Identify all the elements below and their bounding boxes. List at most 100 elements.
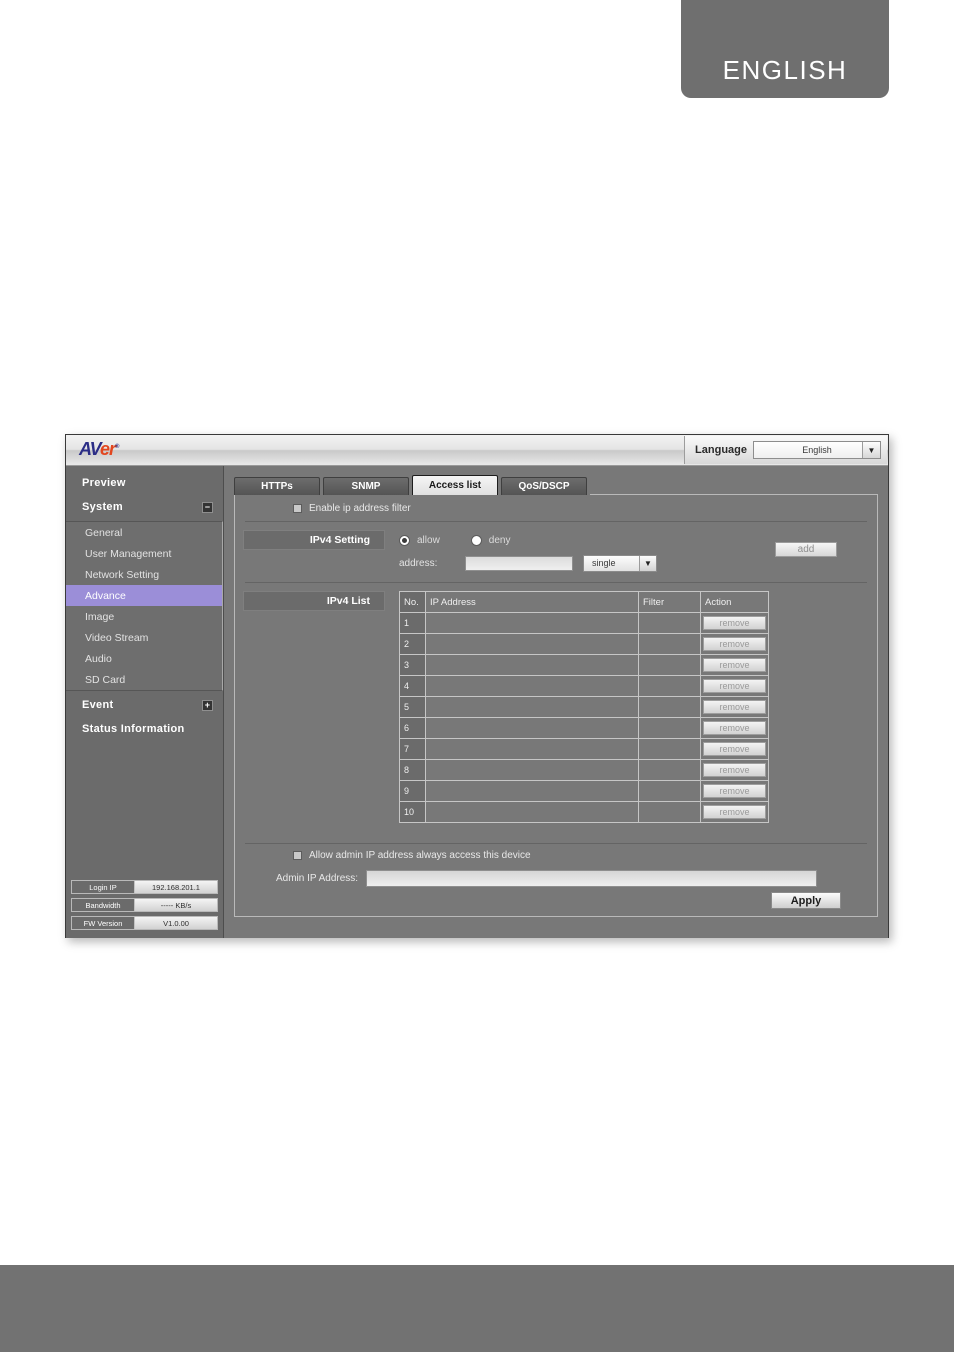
remove-button[interactable]: remove	[703, 616, 766, 630]
column-header-action: Action	[700, 591, 769, 613]
sidebar-nav-top: Preview System −	[66, 466, 223, 519]
sidebar-item-audio[interactable]: Audio	[66, 648, 222, 669]
sidebar-item-network-setting[interactable]: Network Setting	[66, 564, 222, 585]
cell-no: 8	[399, 759, 426, 781]
sidebar-item-audio-label: Audio	[85, 652, 112, 665]
sidebar-item-general-label: General	[85, 526, 123, 539]
tab-https[interactable]: HTTPs	[234, 477, 320, 495]
cell-no: 3	[399, 654, 426, 676]
cell-ip	[425, 696, 639, 718]
tab-snmp[interactable]: SNMP	[323, 477, 409, 495]
cell-no: 2	[399, 633, 426, 655]
sidebar-item-image-label: Image	[85, 610, 115, 623]
chevron-down-icon[interactable]: ▼	[639, 555, 656, 571]
cell-filter	[638, 654, 701, 676]
status-value-login-ip: 192.168.201.1	[152, 882, 200, 892]
english-banner-label: ENGLISH	[722, 55, 848, 85]
content-area: HTTPs SNMP Access list QoS/DSCP Enable i…	[224, 466, 888, 938]
remove-button[interactable]: remove	[703, 658, 766, 672]
remove-button[interactable]: remove	[703, 805, 766, 819]
table-row: 3 remove	[399, 654, 769, 676]
sidebar-item-system[interactable]: System −	[66, 495, 223, 519]
language-select[interactable]: English ▼	[753, 441, 881, 459]
sidebar-item-event[interactable]: Event +	[66, 693, 223, 717]
apply-button[interactable]: Apply	[771, 892, 841, 909]
cell-no: 10	[399, 801, 426, 823]
sidebar-item-sd-card[interactable]: SD Card	[66, 669, 222, 690]
sidebar-item-preview-label: Preview	[82, 477, 126, 489]
address-type-select[interactable]: single ▼	[583, 554, 657, 572]
status-key-bandwidth: Bandwidth	[72, 899, 135, 911]
plus-icon[interactable]: +	[202, 699, 213, 711]
cell-action: remove	[700, 717, 769, 739]
sidebar-item-user-management[interactable]: User Management	[66, 543, 222, 564]
status-value-bandwidth: ----- KB/s	[160, 900, 192, 910]
checkbox-enable-ip-filter[interactable]	[293, 503, 302, 513]
language-label: Language	[695, 444, 747, 456]
radio-allow[interactable]	[399, 534, 410, 546]
remove-button[interactable]: remove	[703, 784, 766, 798]
sidebar-item-system-label: System	[82, 501, 123, 513]
admin-ip-label: Admin IP Address:	[276, 872, 359, 884]
cell-filter	[638, 738, 701, 760]
table-row: 8 remove	[399, 759, 769, 781]
address-label: address:	[399, 557, 438, 569]
sidebar-item-video-stream-label: Video Stream	[85, 631, 149, 644]
sidebar-item-user-management-label: User Management	[85, 547, 172, 560]
enable-filter-row[interactable]: Enable ip address filter	[243, 495, 869, 521]
sidebar-item-video-stream[interactable]: Video Stream	[66, 627, 222, 648]
status-row-fw-version: FW Version V1.0.00	[71, 916, 218, 930]
cell-filter	[638, 759, 701, 781]
app-header: AVer® Language English ▼	[66, 435, 888, 466]
language-select-value: English	[802, 445, 832, 455]
sidebar-item-preview[interactable]: Preview	[66, 471, 223, 495]
remove-button[interactable]: remove	[703, 742, 766, 756]
remove-button[interactable]: remove	[703, 700, 766, 714]
cell-action: remove	[700, 633, 769, 655]
tab-access-list-label: Access list	[428, 480, 482, 491]
cell-no: 7	[399, 738, 426, 760]
remove-button[interactable]: remove	[703, 763, 766, 777]
table-row: 4 remove	[399, 675, 769, 697]
minus-icon[interactable]: −	[202, 501, 213, 513]
cell-action: remove	[700, 780, 769, 802]
add-button[interactable]: add	[775, 542, 837, 557]
table-row: 1 remove	[399, 612, 769, 634]
remove-button[interactable]: remove	[703, 679, 766, 693]
chevron-down-icon[interactable]: ▼	[862, 442, 880, 458]
tab-https-label: HTTPs	[261, 481, 293, 492]
english-language-banner: ENGLISH	[681, 0, 889, 98]
sidebar-item-advance[interactable]: Advance	[66, 585, 222, 606]
cell-action: remove	[700, 654, 769, 676]
checkbox-allow-admin-ip[interactable]	[293, 850, 302, 860]
cell-no: 6	[399, 717, 426, 739]
tab-access-list[interactable]: Access list	[412, 475, 498, 495]
allow-admin-row[interactable]: Allow admin IP address always access thi…	[243, 844, 869, 866]
remove-button[interactable]: remove	[703, 637, 766, 651]
remove-button[interactable]: remove	[703, 721, 766, 735]
sidebar-item-image[interactable]: Image	[66, 606, 222, 627]
column-header-ip-address: IP Address	[425, 591, 639, 613]
sidebar-item-status-information[interactable]: Status Information	[66, 717, 223, 741]
table-row: 10 remove	[399, 801, 769, 823]
column-header-no: No.	[399, 591, 426, 613]
cell-ip	[425, 717, 639, 739]
tab-snmp-label: SNMP	[351, 481, 381, 492]
sidebar-item-sd-card-label: SD Card	[85, 673, 126, 686]
logo-text-er: er	[100, 439, 116, 459]
radio-deny[interactable]	[470, 534, 482, 546]
sidebar-status-block: Login IP 192.168.201.1 Bandwidth ----- K…	[71, 880, 218, 934]
cell-ip	[425, 654, 639, 676]
sidebar-item-general[interactable]: General	[66, 522, 222, 543]
sidebar-item-network-setting-label: Network Setting	[85, 568, 160, 581]
aver-logo: AVer®	[79, 439, 120, 459]
admin-ip-input[interactable]	[366, 869, 817, 887]
address-input[interactable]	[465, 555, 573, 571]
status-row-bandwidth: Bandwidth ----- KB/s	[71, 898, 218, 912]
cell-action: remove	[700, 738, 769, 760]
sidebar-item-event-label: Event	[82, 699, 114, 711]
cell-no: 5	[399, 696, 426, 718]
tab-qos-dscp[interactable]: QoS/DSCP	[501, 477, 587, 495]
ipv4-list-title: IPv4 List	[243, 591, 385, 611]
access-list-panel: Enable ip address filter IPv4 Setting al…	[234, 495, 878, 917]
